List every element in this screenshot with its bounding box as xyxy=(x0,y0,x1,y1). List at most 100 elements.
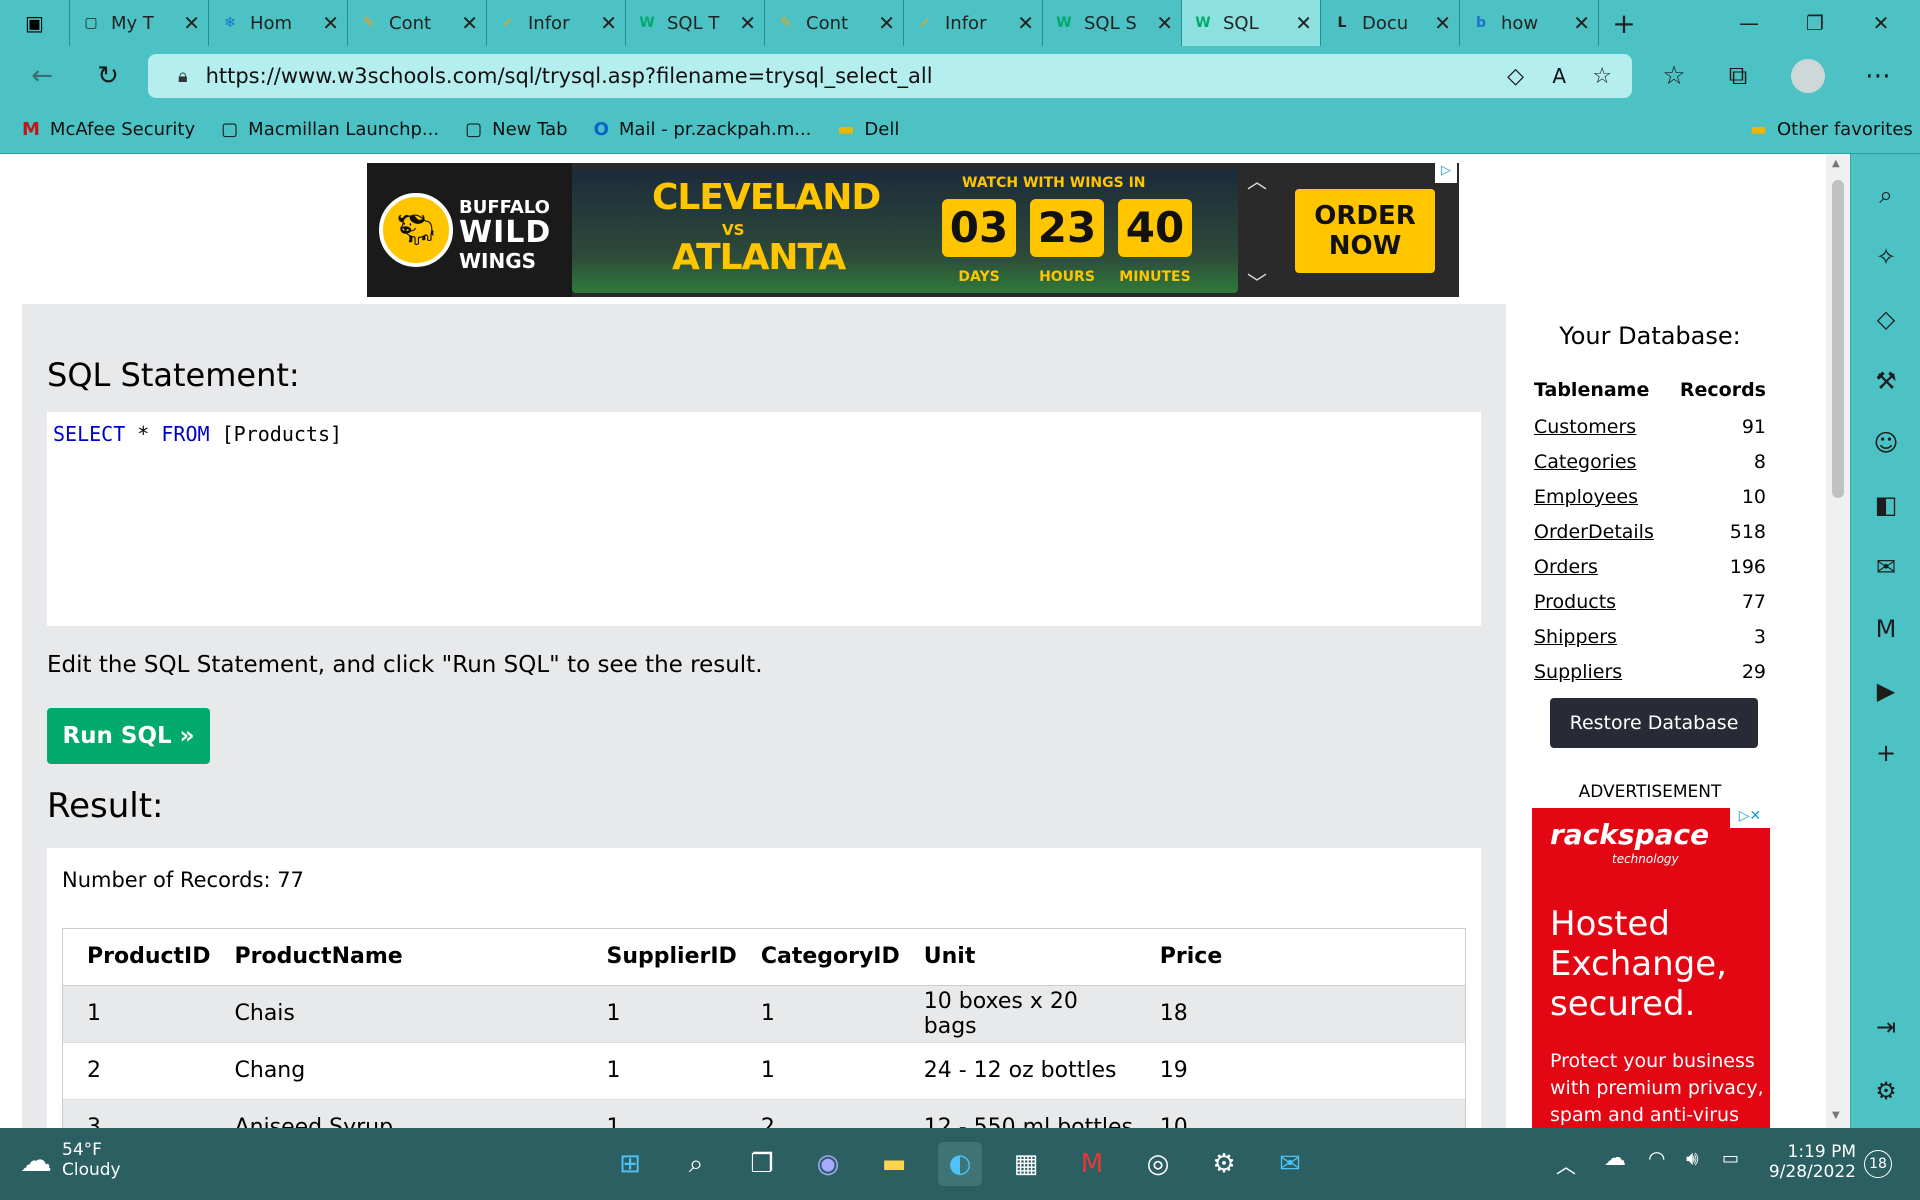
search-icon[interactable]: ⌕ xyxy=(1851,164,1920,226)
adchoices-icon[interactable]: ▷ xyxy=(1435,163,1457,183)
table-link-employees[interactable]: Employees xyxy=(1534,486,1638,508)
restore-button[interactable]: ❐ xyxy=(1782,0,1848,46)
file-explorer-icon[interactable]: ▬ xyxy=(872,1142,916,1186)
task-view-icon[interactable]: ❐ xyxy=(740,1142,784,1186)
browser-tab[interactable]: ✓ Infor ✕ xyxy=(487,0,626,46)
browser-tab[interactable]: W SQL T ✕ xyxy=(626,0,765,46)
browser-tab[interactable]: ✎ Cont ✕ xyxy=(348,0,487,46)
tab-actions-button[interactable]: ▣ xyxy=(0,0,70,46)
close-tab-icon[interactable]: ✕ xyxy=(322,11,339,35)
close-tab-icon[interactable]: ✕ xyxy=(183,11,200,35)
close-tab-icon[interactable]: ✕ xyxy=(1573,11,1590,35)
back-button[interactable]: ← xyxy=(20,54,64,98)
table-link-customers[interactable]: Customers xyxy=(1534,416,1636,438)
close-tab-icon[interactable]: ✕ xyxy=(878,11,895,35)
browser-tab[interactable]: ❄ Hom ✕ xyxy=(209,0,348,46)
side-ad-close-icon[interactable]: ▷✕ xyxy=(1730,808,1770,828)
edge-taskbar-icon[interactable]: ◐ xyxy=(938,1142,982,1186)
new-tab-button[interactable]: + xyxy=(1599,0,1649,46)
table-link-products[interactable]: Products xyxy=(1534,591,1616,613)
page-scrollbar[interactable]: ▲ ▼ xyxy=(1826,154,1850,1128)
bookmark-label: McAfee Security xyxy=(49,119,196,140)
refresh-button[interactable]: ↻ xyxy=(86,54,130,98)
close-tab-icon[interactable]: ✕ xyxy=(600,11,617,35)
table-link-orders[interactable]: Orders xyxy=(1534,556,1598,578)
browser-tab[interactable]: ▢ My T ✕ xyxy=(70,0,209,46)
page-icon: ▢ xyxy=(221,119,239,140)
collections-button[interactable]: ⧉ xyxy=(1716,54,1760,98)
scroll-thumb[interactable] xyxy=(1832,180,1844,498)
ad-up-icon[interactable]: ︿ xyxy=(1247,165,1267,194)
dell-icon[interactable]: ◎ xyxy=(1136,1142,1180,1186)
gmail-icon[interactable]: M xyxy=(1851,598,1920,660)
close-window-button[interactable]: ✕ xyxy=(1848,0,1914,46)
close-tab-icon[interactable]: ✕ xyxy=(1017,11,1034,35)
browser-tab[interactable]: ✓ Infor ✕ xyxy=(904,0,1043,46)
browser-tab[interactable]: W SQL ✕ xyxy=(1182,0,1321,46)
ad-order-button[interactable]: ORDER NOW xyxy=(1295,189,1435,273)
teams-icon[interactable]: ◉ xyxy=(806,1142,850,1186)
address-bar[interactable]: 🔒︎ https://www.w3schools.com/sql/trysql.… xyxy=(148,54,1632,98)
close-tab-icon[interactable]: ✕ xyxy=(739,11,756,35)
onedrive-icon[interactable]: ☁ xyxy=(1604,1146,1626,1171)
table-link-orderdetails[interactable]: OrderDetails xyxy=(1534,521,1654,543)
profile-button[interactable] xyxy=(1786,54,1830,98)
wifi-icon[interactable]: ◠ xyxy=(1648,1146,1665,1170)
browser-tab[interactable]: b how ✕ xyxy=(1460,0,1599,46)
search-taskbar-icon[interactable]: ⌕ xyxy=(674,1142,718,1186)
browser-tab[interactable]: L Docu ✕ xyxy=(1321,0,1460,46)
shopping-icon[interactable]: ◇ xyxy=(1851,288,1920,350)
scroll-down-icon[interactable]: ▼ xyxy=(1832,1110,1840,1121)
bookmark-item[interactable]: ▬ Dell xyxy=(837,119,899,140)
sql-editor[interactable]: SELECT * FROM [Products] xyxy=(47,412,1481,626)
close-tab-icon[interactable]: ✕ xyxy=(1156,11,1173,35)
favorites-button[interactable]: ☆ xyxy=(1652,54,1696,98)
read-aloud-icon[interactable]: A xyxy=(1552,64,1566,88)
hide-sidebar-icon[interactable]: ⇥ xyxy=(1851,996,1920,1058)
battery-icon[interactable]: ▭ xyxy=(1722,1148,1739,1169)
table-link-shippers[interactable]: Shippers xyxy=(1534,626,1617,648)
table-link-categories[interactable]: Categories xyxy=(1534,451,1636,473)
ad-down-icon[interactable]: ﹀ xyxy=(1247,267,1267,296)
weather-widget[interactable]: ☁ 54°F Cloudy xyxy=(20,1140,121,1180)
mcafee-taskbar-icon[interactable]: M xyxy=(1070,1142,1114,1186)
tray-chevron-icon[interactable]: ︿ xyxy=(1556,1150,1576,1179)
games-icon[interactable]: ☺ xyxy=(1851,412,1920,474)
youtube-icon[interactable]: ▶ xyxy=(1851,660,1920,722)
tag-icon[interactable]: ◇ xyxy=(1507,64,1524,89)
banner-ad[interactable]: 🐃︎ BUFFALO WILD WINGS CLEVELAND VS ATLAN… xyxy=(367,163,1459,297)
store-icon[interactable]: ▦ xyxy=(1004,1142,1048,1186)
notification-badge[interactable]: 18 xyxy=(1864,1150,1892,1178)
browser-tab[interactable]: ✎ Cont ✕ xyxy=(765,0,904,46)
close-tab-icon[interactable]: ✕ xyxy=(1295,11,1312,35)
bookmark-item[interactable]: M McAfee Security xyxy=(22,119,195,140)
add-sidebar-icon[interactable]: + xyxy=(1851,722,1920,784)
record-count-cell: 91 xyxy=(1741,415,1766,438)
other-favorites[interactable]: ▬ Other favorites xyxy=(1750,119,1913,140)
table-cell: 19 xyxy=(1135,1041,1465,1099)
table-link-suppliers[interactable]: Suppliers xyxy=(1534,661,1622,683)
scroll-up-icon[interactable]: ▲ xyxy=(1832,158,1840,169)
bookmark-item[interactable]: ▢ Macmillan Launchp... xyxy=(221,119,439,140)
restore-database-button[interactable]: Restore Database xyxy=(1550,698,1758,748)
tools-icon[interactable]: ⚒ xyxy=(1851,350,1920,412)
mail-taskbar-icon[interactable]: ✉ xyxy=(1268,1142,1312,1186)
outlook-icon[interactable]: ✉ xyxy=(1851,536,1920,598)
close-tab-icon[interactable]: ✕ xyxy=(1434,11,1451,35)
office-icon[interactable]: ◧ xyxy=(1851,474,1920,536)
start-icon[interactable]: ⊞ xyxy=(608,1142,652,1186)
discover-icon[interactable]: ✧ xyxy=(1851,226,1920,288)
side-ad[interactable]: ▷✕ rackspace technology Hosted Exchange,… xyxy=(1532,808,1770,1128)
run-sql-button[interactable]: Run SQL » xyxy=(47,708,210,764)
minimize-button[interactable]: — xyxy=(1716,0,1782,46)
bookmark-item[interactable]: ▢ New Tab xyxy=(465,119,567,140)
clock[interactable]: 1:19 PM 9/28/2022 xyxy=(1760,1142,1856,1182)
add-favorite-icon[interactable]: ☆ xyxy=(1592,64,1612,89)
settings-menu-button[interactable]: ⋯ xyxy=(1856,54,1900,98)
browser-tab[interactable]: W SQL S ✕ xyxy=(1043,0,1182,46)
volume-icon[interactable]: 🔊︎ xyxy=(1686,1146,1699,1170)
close-tab-icon[interactable]: ✕ xyxy=(461,11,478,35)
settings-taskbar-icon[interactable]: ⚙ xyxy=(1202,1142,1246,1186)
sidebar-settings-icon[interactable]: ⚙ xyxy=(1851,1060,1920,1122)
bookmark-item[interactable]: O Mail - pr.zackpah.m... xyxy=(594,119,812,140)
